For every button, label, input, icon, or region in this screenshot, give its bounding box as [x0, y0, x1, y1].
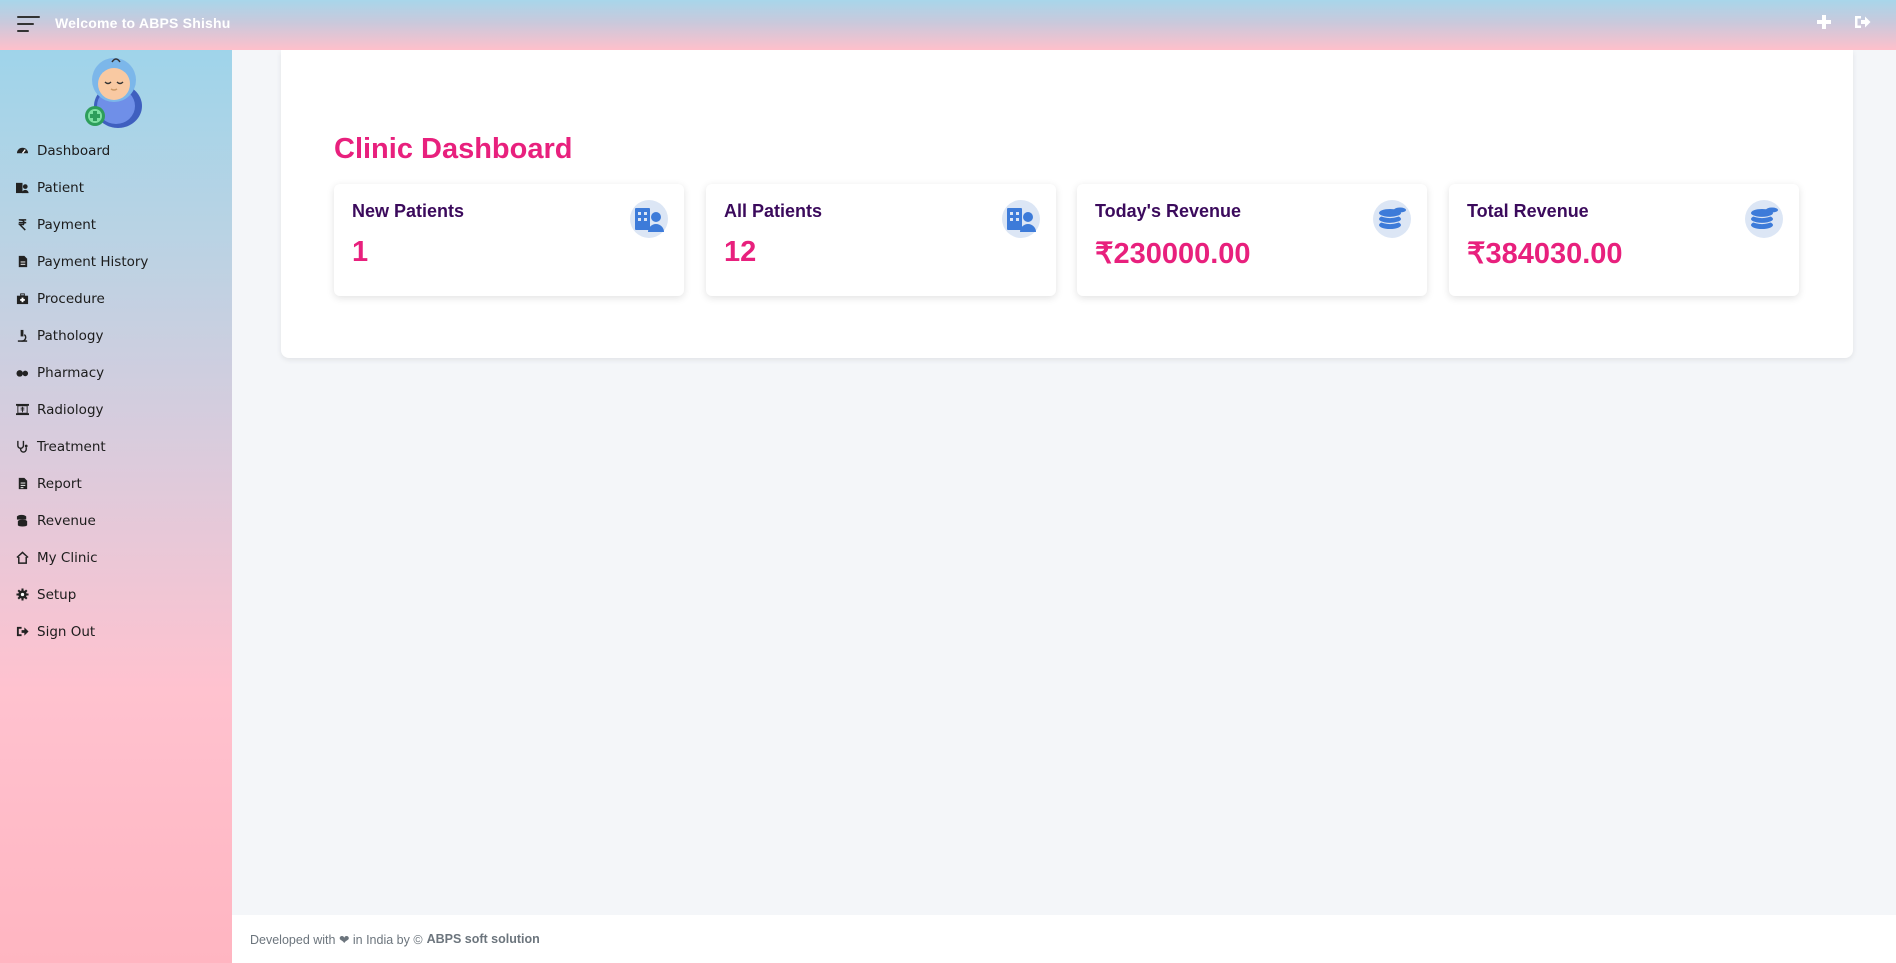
coins-icon	[1745, 200, 1783, 238]
xray-icon	[15, 403, 29, 417]
sidebar: Dashboard Patient Payment Payment Histor…	[0, 50, 232, 963]
sidebar-item-label: Treatment	[37, 438, 106, 455]
sidebar-item-patient[interactable]: Patient	[0, 169, 232, 206]
file-icon	[15, 255, 29, 269]
sidebar-item-pathology[interactable]: Pathology	[0, 317, 232, 354]
sidebar-item-procedure[interactable]: Procedure	[0, 280, 232, 317]
stat-card-total-revenue[interactable]: Total Revenue ₹384030.00	[1449, 184, 1799, 296]
sidebar-item-label: Setup	[37, 586, 77, 603]
hamburger-icon[interactable]	[17, 15, 40, 33]
stat-value: 1	[352, 236, 369, 268]
footer-text: Developed with ❤ in India by ©	[250, 932, 423, 947]
gear-icon	[15, 588, 29, 602]
sidebar-item-label: Payment History	[37, 253, 149, 270]
sidebar-item-label: Dashboard	[37, 142, 111, 159]
stat-card-all-patients[interactable]: All Patients 12	[706, 184, 1056, 296]
footer: Developed with ❤ in India by © ABPS soft…	[232, 915, 1896, 963]
home-icon	[15, 551, 29, 565]
sidebar-item-label: Revenue	[37, 512, 96, 529]
sidebar-item-label: Report	[37, 475, 82, 492]
sidebar-item-radiology[interactable]: Radiology	[0, 391, 232, 428]
microscope-icon	[15, 329, 29, 343]
sidebar-item-label: My Clinic	[37, 549, 98, 566]
sidebar-item-payment-history[interactable]: Payment History	[0, 243, 232, 280]
sidebar-item-report[interactable]: Report	[0, 465, 232, 502]
medkit-icon	[15, 292, 29, 306]
sidebar-item-label: Radiology	[37, 401, 104, 418]
file-text-icon	[15, 477, 29, 491]
stat-label: All Patients	[724, 201, 823, 221]
stat-value: ₹230000.00	[1095, 238, 1251, 270]
plus-icon[interactable]	[1814, 12, 1834, 32]
top-bar: Welcome to ABPS Shishu	[0, 0, 1896, 50]
coins-icon	[15, 514, 29, 528]
top-actions	[1814, 12, 1872, 32]
stethoscope-icon	[15, 440, 29, 454]
sidebar-item-dashboard[interactable]: Dashboard	[0, 132, 232, 169]
stat-card-todays-revenue[interactable]: Today's Revenue ₹230000.00	[1077, 184, 1427, 296]
stat-label: Today's Revenue	[1095, 201, 1241, 221]
stat-label: New Patients	[352, 201, 465, 221]
hospital-user-icon	[1002, 200, 1040, 238]
sign-out-icon	[15, 625, 29, 639]
pills-icon	[15, 366, 29, 380]
sidebar-item-sign-out[interactable]: Sign Out	[0, 613, 232, 650]
sidebar-nav: Dashboard Patient Payment Payment Histor…	[0, 132, 232, 650]
sidebar-item-treatment[interactable]: Treatment	[0, 428, 232, 465]
sidebar-item-revenue[interactable]: Revenue	[0, 502, 232, 539]
dashboard-icon	[15, 144, 29, 158]
stat-value: 12	[724, 236, 757, 268]
hospital-user-icon	[15, 181, 29, 195]
sidebar-item-label: Sign Out	[37, 623, 96, 640]
baby-logo	[85, 58, 142, 128]
sidebar-item-label: Pharmacy	[37, 364, 105, 381]
sign-out-icon[interactable]	[1852, 12, 1872, 32]
stat-value: ₹384030.00	[1467, 238, 1623, 270]
sidebar-item-my-clinic[interactable]: My Clinic	[0, 539, 232, 576]
page-title: Clinic Dashboard	[334, 133, 573, 165]
stat-label: Total Revenue	[1467, 201, 1589, 221]
sidebar-item-label: Patient	[37, 179, 85, 196]
app-title: Welcome to ABPS Shishu	[55, 15, 231, 31]
coins-icon	[1373, 200, 1411, 238]
footer-company[interactable]: ABPS soft solution	[427, 932, 540, 946]
stat-card-new-patients[interactable]: New Patients 1	[334, 184, 684, 296]
hospital-user-icon	[630, 200, 668, 238]
sidebar-item-label: Payment	[37, 216, 97, 233]
sidebar-item-payment[interactable]: Payment	[0, 206, 232, 243]
sidebar-item-setup[interactable]: Setup	[0, 576, 232, 613]
sidebar-item-label: Procedure	[37, 290, 105, 307]
rupee-icon	[15, 218, 29, 232]
sidebar-item-label: Pathology	[37, 327, 104, 344]
sidebar-item-pharmacy[interactable]: Pharmacy	[0, 354, 232, 391]
